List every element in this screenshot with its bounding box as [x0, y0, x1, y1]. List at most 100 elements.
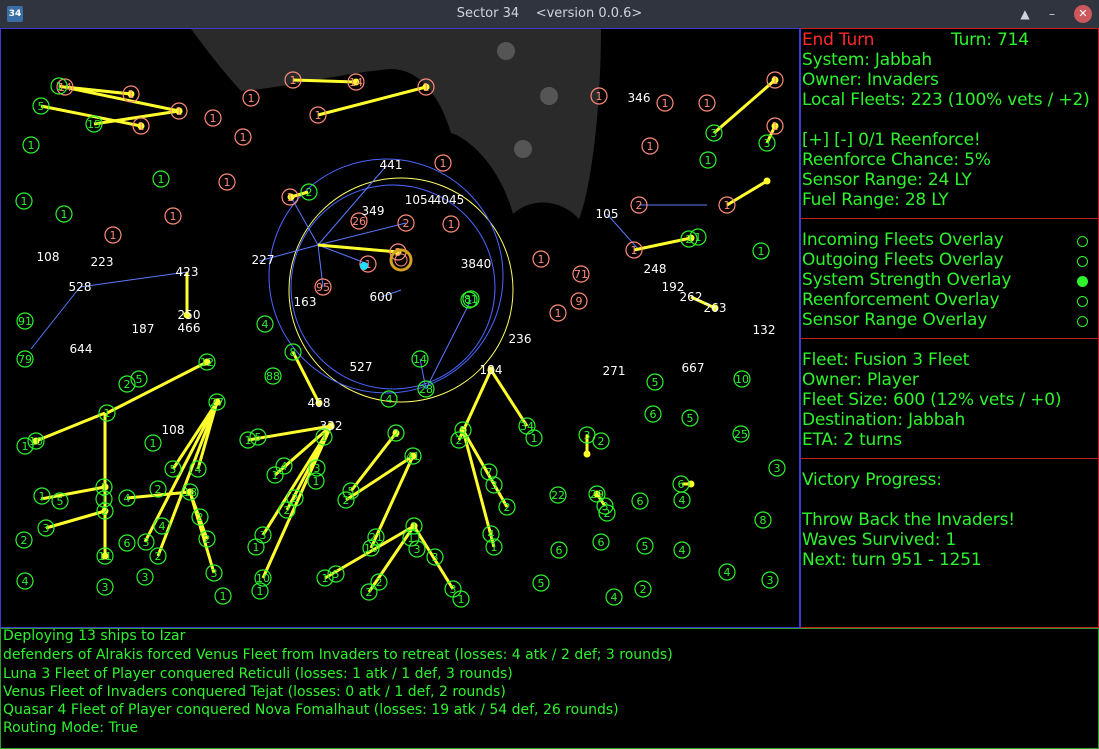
- player-system[interactable]: 5: [532, 574, 550, 592]
- player-system[interactable]: 1: [485, 538, 503, 556]
- player-system[interactable]: 10: [27, 432, 45, 450]
- player-system[interactable]: 3: [96, 578, 114, 596]
- player-system[interactable]: 132: [753, 323, 776, 337]
- player-system[interactable]: 1: [152, 170, 170, 188]
- reenforce-controls[interactable]: [+] [-] 0/1 Reenforce!: [802, 130, 981, 150]
- player-system[interactable]: 41: [404, 447, 422, 465]
- minimize-button[interactable]: –: [1043, 5, 1061, 23]
- player-system[interactable]: 600: [370, 290, 393, 304]
- player-system[interactable]: 10: [362, 539, 380, 557]
- player-system[interactable]: 2: [149, 480, 167, 498]
- player-system[interactable]: 250: [178, 308, 201, 322]
- player-system[interactable]: 2: [96, 502, 114, 520]
- enemy-system[interactable]: 4045: [434, 193, 465, 207]
- overlay-incoming-toggle[interactable]: [1077, 236, 1088, 247]
- player-system[interactable]: 3: [408, 540, 426, 558]
- enemy-system[interactable]: 108: [37, 250, 60, 264]
- player-system[interactable]: 108: [162, 423, 185, 437]
- overlay-reenforce-label[interactable]: Reenforcement Overlay: [802, 290, 1000, 310]
- galaxy-map-canvas[interactable]: 141111111 14 11111108 223126 2 11441105440453…: [1, 29, 799, 627]
- player-system[interactable]: 2: [498, 498, 516, 516]
- player-system[interactable]: 22: [549, 486, 567, 504]
- enemy-system[interactable]: 1: [442, 215, 460, 233]
- player-system[interactable]: 3: [768, 459, 786, 477]
- enemy-system[interactable]: 1: [234, 128, 252, 146]
- player-system[interactable]: 1: [214, 587, 232, 605]
- enemy-system[interactable]: 9: [570, 292, 588, 310]
- enemy-system[interactable]: 1: [656, 94, 674, 112]
- player-system[interactable]: 27: [208, 393, 226, 411]
- player-system[interactable]: 271: [603, 364, 626, 378]
- player-system[interactable]: 34: [518, 417, 536, 435]
- player-system[interactable]: 6: [550, 541, 568, 559]
- player-system[interactable]: 4: [718, 563, 736, 581]
- player-system[interactable]: 6: [631, 492, 649, 510]
- enemy-system[interactable]: 1: [242, 89, 260, 107]
- player-system[interactable]: 10: [733, 370, 751, 388]
- overlay-incoming-label[interactable]: Incoming Fleets Overlay: [802, 230, 1004, 250]
- player-system[interactable]: 2: [198, 530, 216, 548]
- enemy-system[interactable]: 1: [698, 94, 716, 112]
- player-system[interactable]: 2: [592, 432, 610, 450]
- overlay-strength-toggle[interactable]: [1077, 276, 1088, 287]
- enemy-system[interactable]: 346: [628, 91, 651, 105]
- player-system[interactable]: 2: [387, 424, 405, 442]
- overlay-outgoing-toggle[interactable]: [1077, 256, 1088, 267]
- player-system[interactable]: 15: [85, 115, 103, 133]
- player-system[interactable]: 14: [411, 350, 429, 368]
- player-system[interactable]: 1: [15, 192, 33, 210]
- player-system[interactable]: 4: [605, 588, 623, 606]
- player-system[interactable]: 5: [164, 460, 182, 478]
- enemy-system[interactable]: 349: [362, 204, 385, 218]
- player-system[interactable]: 4: [16, 572, 34, 590]
- player-system[interactable]: 18: [181, 483, 199, 501]
- enemy-system[interactable]: 227: [252, 253, 275, 267]
- player-system[interactable]: 12: [198, 353, 216, 371]
- player-system[interactable]: 184: [480, 363, 503, 377]
- player-system[interactable]: 527: [350, 360, 373, 374]
- player-system[interactable]: 11: [96, 547, 114, 565]
- player-system[interactable]: 5: [454, 421, 472, 439]
- enemy-system[interactable]: 1: [766, 71, 784, 89]
- fleet-marker[interactable]: [583, 450, 591, 458]
- player-system[interactable]: 3: [426, 548, 444, 566]
- player-system[interactable]: 163: [294, 295, 317, 309]
- player-system[interactable]: 5: [342, 482, 360, 500]
- player-system[interactable]: 263: [704, 301, 727, 315]
- overlay-sensor-label[interactable]: Sensor Range Overlay: [802, 310, 987, 330]
- player-system[interactable]: 3: [761, 571, 779, 589]
- player-system[interactable]: 187: [132, 322, 155, 336]
- player-system[interactable]: 2: [634, 580, 652, 598]
- enemy-system[interactable]: 1: [164, 207, 182, 225]
- enemy-system[interactable]: 14: [347, 73, 365, 91]
- player-system[interactable]: 4: [380, 390, 398, 408]
- enemy-system[interactable]: 1: [218, 173, 236, 191]
- player-system[interactable]: 6: [118, 534, 136, 552]
- player-system[interactable]: 5: [646, 373, 664, 391]
- star-systems[interactable]: 141111111 14 11111108 223126 2 11441105440453…: [15, 71, 786, 608]
- player-system[interactable]: 5: [681, 409, 699, 427]
- enemy-system[interactable]: 1054: [405, 193, 436, 207]
- player-system[interactable]: 4: [673, 541, 691, 559]
- overlay-strength-label[interactable]: System Strength Overlay: [802, 270, 1011, 290]
- player-system[interactable]: 4: [153, 517, 171, 535]
- enemy-system[interactable]: 528: [69, 280, 92, 294]
- enemy-system[interactable]: 105: [596, 207, 619, 221]
- player-system[interactable]: 466: [178, 321, 201, 335]
- routing-mode[interactable]: Routing Mode: True: [3, 720, 138, 736]
- enemy-system[interactable]: 1: [532, 250, 550, 268]
- player-system[interactable]: 28: [417, 380, 435, 398]
- player-system[interactable]: 1: [247, 538, 265, 556]
- player-system[interactable]: 1: [33, 487, 51, 505]
- enemy-system[interactable]: 248: [644, 262, 667, 276]
- enemy-system[interactable]: 71: [572, 265, 590, 283]
- enemy-system[interactable]: 1: [718, 196, 736, 214]
- enemy-system[interactable]: 95: [314, 278, 332, 296]
- enemy-system[interactable]: 1: [204, 109, 222, 127]
- player-system[interactable]: 3: [758, 134, 776, 152]
- player-system[interactable]: 2: [15, 531, 33, 549]
- player-system[interactable]: 1: [307, 472, 325, 490]
- galaxy-map[interactable]: 14 1 1 1 1 1 1 1 14 1 1 1 1 1 108 223 1 26 2 1 1 441 1054 4045 3…: [0, 28, 800, 628]
- enemy-system[interactable]: 1: [641, 137, 659, 155]
- player-system[interactable]: 2: [191, 508, 209, 526]
